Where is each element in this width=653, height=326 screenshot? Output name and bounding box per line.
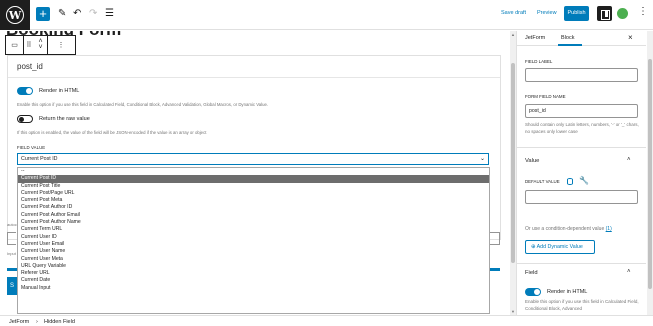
move-arrows-icon[interactable]: ˄ ˅ (34, 36, 48, 54)
dropdown-option[interactable]: Referer URL (18, 270, 489, 277)
breadcrumb-hidden-field[interactable]: Hidden Field (44, 319, 75, 325)
block-toolbar: ▭ ⠿ ˄ ˅ ⋮ (5, 35, 76, 55)
chevron-up-icon[interactable]: ˄ (627, 269, 631, 275)
dropdown-options: -- Current Post ID Current Post Title Curre… (18, 168, 489, 292)
plus-circle-icon: ⊕ (531, 244, 536, 250)
dropdown-option[interactable]: Manual Input (18, 285, 489, 292)
dropdown-option[interactable]: URL Query Variable (18, 263, 489, 270)
pencil-icon[interactable]: ✎ (58, 8, 66, 20)
background-bar (490, 268, 500, 271)
dropdown-option[interactable]: Current Post ID (18, 175, 489, 183)
background-label: Input (7, 251, 16, 256)
breadcrumb-separator: › (36, 319, 38, 325)
default-value-input[interactable] (525, 190, 638, 204)
form-field-name-help: Should contain only Latin letters, numbe… (525, 122, 639, 134)
background-input-edge[interactable] (490, 232, 500, 245)
save-draft-button[interactable]: Save draft (501, 10, 526, 16)
settings-panel-icon[interactable] (597, 6, 612, 21)
field-value-label: FIELD VALUE (17, 145, 46, 150)
render-html-label: Render in HTML (39, 88, 80, 94)
close-icon[interactable]: × (628, 33, 633, 42)
form-field-name-label: FORM FIELD NAME (525, 94, 566, 99)
field-value-dropdown[interactable]: -- Current Post ID Current Post Title Curre… (17, 167, 490, 314)
dropdown-option[interactable]: Current Post/Page URL (18, 190, 489, 197)
chevron-up-icon[interactable]: ˄ (627, 157, 631, 163)
field-value-selected: Current Post ID (21, 156, 58, 162)
dropdown-option[interactable]: Current Post Author Email (18, 212, 489, 219)
breadcrumb: JetForm › Hidden Field (0, 315, 653, 326)
scrollbar-thumb[interactable] (648, 59, 652, 289)
dropdown-option[interactable]: Current Post Author ID (18, 204, 489, 211)
sidebar-tabs: JetForm Block × (517, 31, 646, 46)
tab-block[interactable]: Block (557, 35, 583, 46)
tab-jetform[interactable]: JetForm (525, 35, 545, 41)
wrench-icon[interactable]: 🔧 (579, 176, 589, 185)
dropdown-option[interactable]: Current Post Author Name (18, 219, 489, 226)
add-block-button[interactable]: + (36, 7, 50, 21)
list-view-icon[interactable]: ☰ (105, 8, 114, 20)
form-field-name-input[interactable]: post_id (525, 104, 638, 118)
drag-handle-icon[interactable]: ⠿ (24, 36, 34, 54)
dropdown-option[interactable]: -- (18, 168, 489, 175)
raw-value-label: Return the raw value (39, 116, 90, 122)
more-vertical-icon[interactable]: ⋮ (638, 6, 648, 17)
dropdown-option[interactable]: Current User ID (18, 234, 489, 241)
condition-hint: Or use a condition-dependent value (1) (525, 226, 612, 232)
block-field-name: post_id (17, 62, 43, 71)
block-options-icon[interactable]: ⋮ (48, 36, 74, 54)
field-label-label: FIELD LABEL (525, 59, 553, 64)
breadcrumb-jetform[interactable]: JetForm (9, 319, 29, 325)
default-value-label: DEFAULT VALUE (525, 179, 560, 184)
background-submit-button[interactable]: S (7, 277, 17, 295)
sidebar-render-html-label: Render in HTML (547, 289, 588, 295)
divider (8, 77, 500, 78)
render-html-toggle[interactable] (17, 87, 33, 95)
background-bar (7, 268, 17, 271)
raw-value-toggle[interactable] (17, 115, 33, 123)
plugin-icon[interactable] (617, 8, 628, 19)
settings-sidebar: JetForm Block × FIELD LABEL FORM FIELD N… (516, 31, 653, 315)
redo-icon[interactable]: ↷ (89, 8, 97, 20)
dropdown-option[interactable]: Current User Email (18, 241, 489, 248)
sidebar-render-html-toggle[interactable] (525, 288, 541, 296)
dropdown-option[interactable]: Current User Name (18, 248, 489, 255)
field-section-title[interactable]: Field (525, 270, 538, 276)
sidebar-render-html-help: Enable this option if you use this field… (525, 299, 639, 311)
dropdown-option[interactable]: Current Post Title (18, 183, 489, 190)
scrollbar-thumb[interactable] (511, 63, 515, 263)
divider (517, 263, 646, 264)
dropdown-option[interactable]: Current Date (18, 277, 489, 284)
field-value-select[interactable]: Current Post ID ⌄ (17, 153, 489, 165)
preview-button[interactable]: Preview (537, 10, 557, 16)
publish-button[interactable]: Publish (564, 6, 589, 21)
chevron-down-icon: ⌄ (479, 156, 485, 162)
dropdown-option[interactable]: Current User Meta (18, 256, 489, 263)
value-section-title[interactable]: Value (525, 158, 539, 164)
dropdown-option[interactable]: Current Term URL (18, 226, 489, 233)
undo-icon[interactable]: ↶ (73, 8, 81, 20)
render-html-help: Enable this option if you use this field… (17, 102, 269, 107)
dropdown-option[interactable]: Current Post Meta (18, 197, 489, 204)
block-type-icon[interactable]: ▭ (6, 36, 24, 54)
raw-value-help: If this option is enabled, the value of … (17, 130, 207, 135)
field-label-input[interactable] (525, 68, 638, 82)
condition-count-link[interactable]: (1) (606, 226, 612, 232)
divider (517, 147, 646, 148)
wordpress-logo-icon[interactable]: W (0, 0, 30, 30)
database-icon[interactable] (567, 178, 573, 185)
sidebar-scrollbar[interactable] (647, 31, 653, 315)
background-label: autoc (7, 222, 17, 227)
editor-top-bar: W + ✎ ↶ ↷ ☰ Save draft Preview Publish ⋮ (0, 0, 653, 30)
background-input[interactable] (7, 232, 16, 245)
add-dynamic-value-button[interactable]: ⊕ Add Dynamic Value (525, 240, 595, 254)
